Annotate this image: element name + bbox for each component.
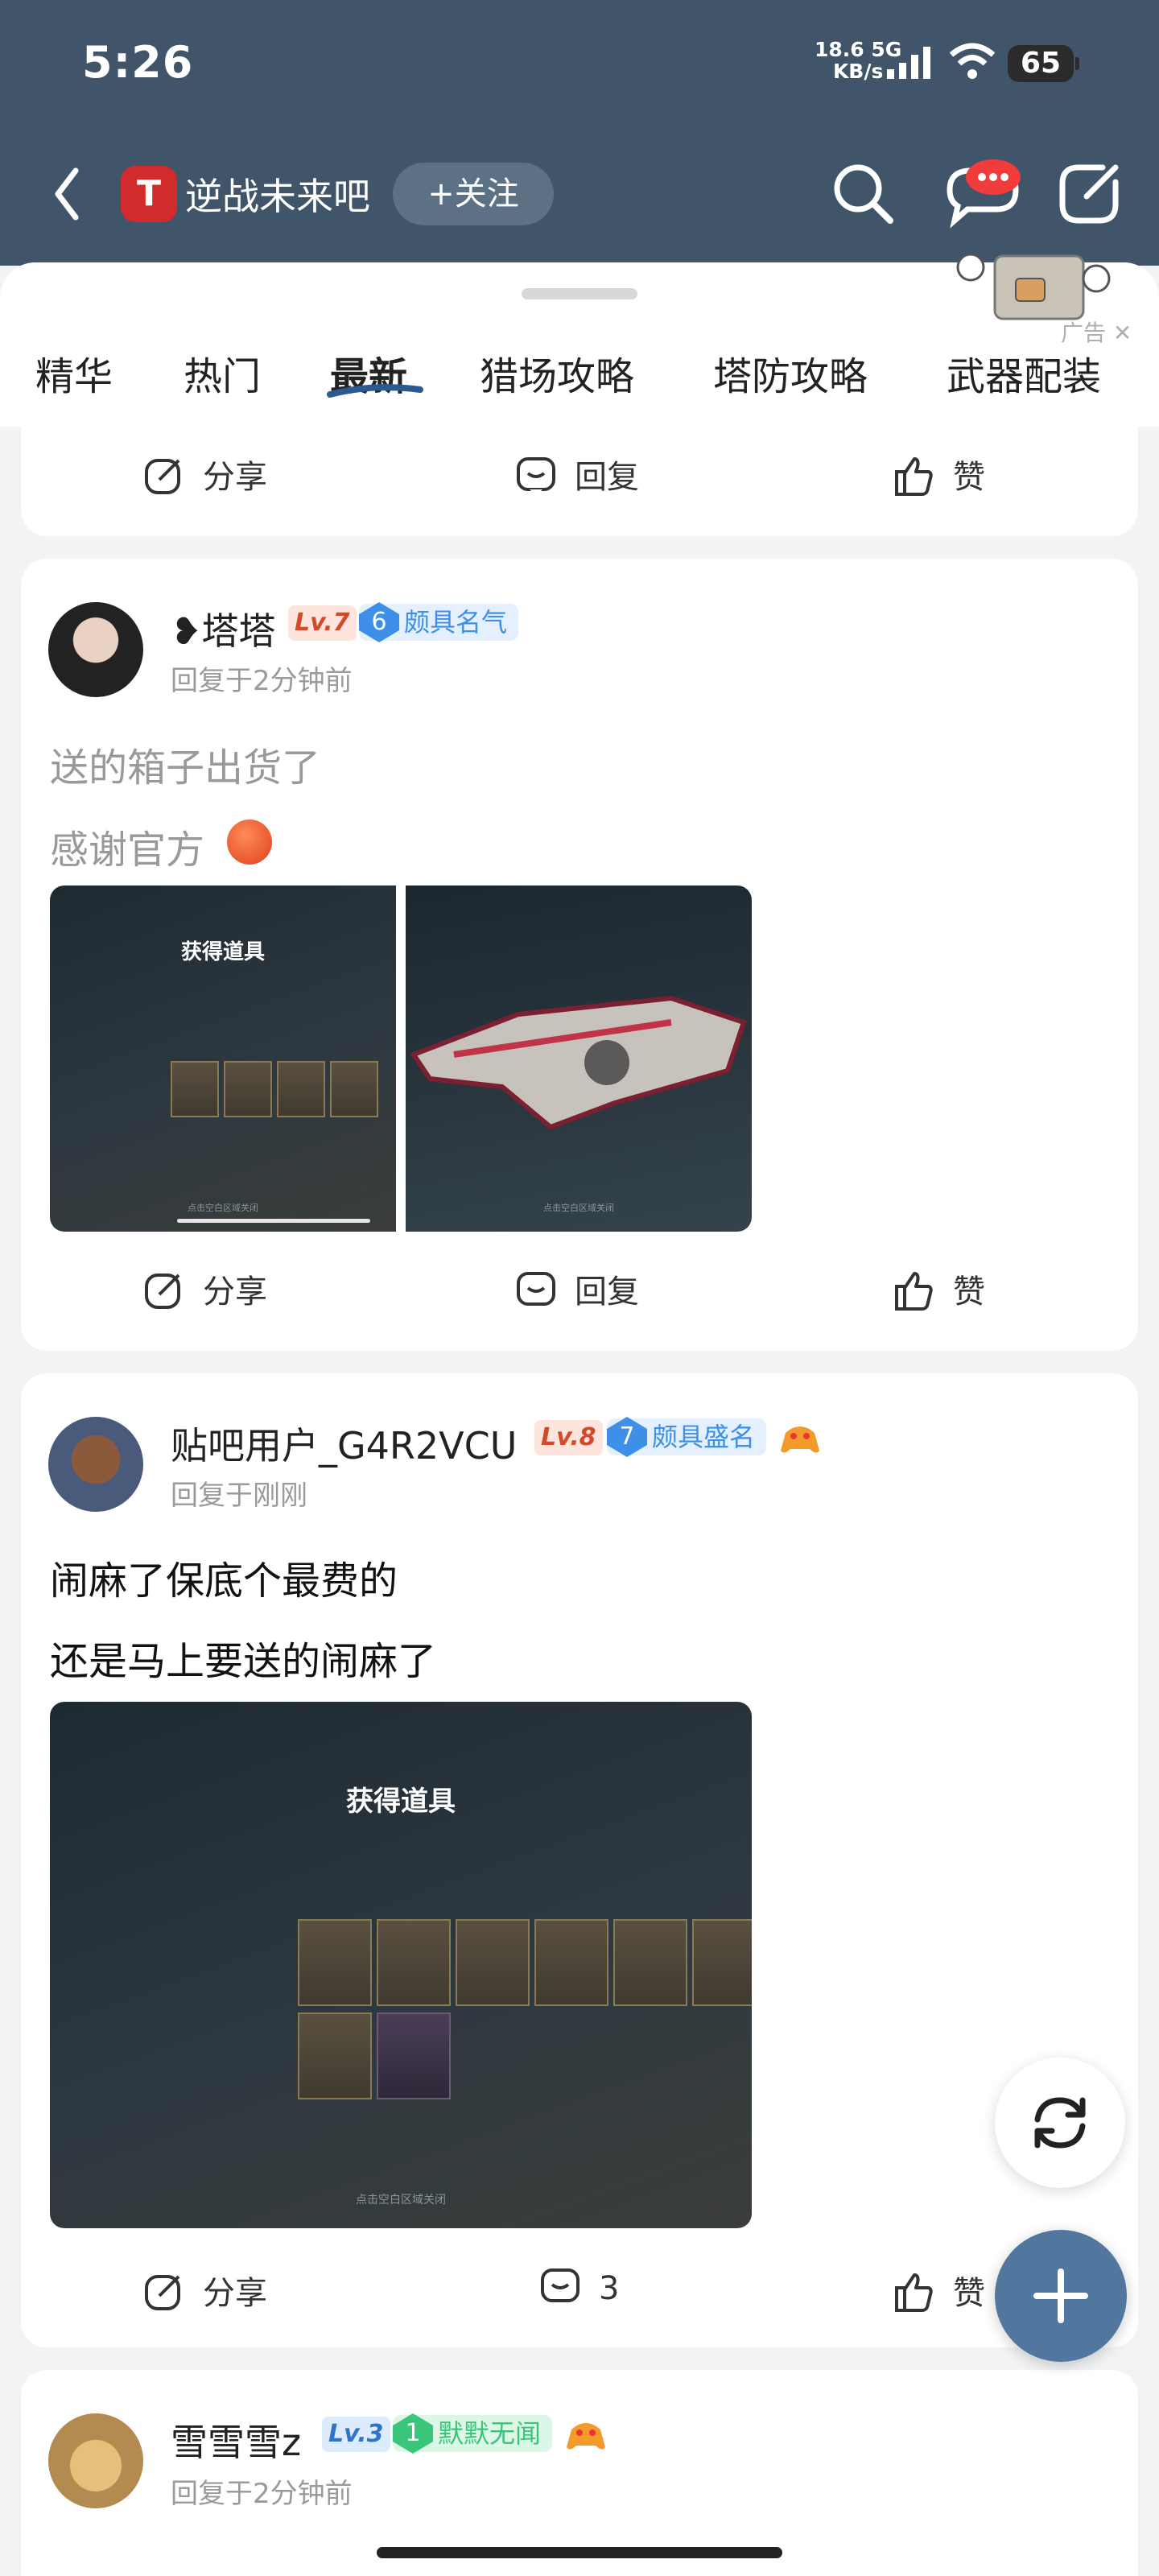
plus-icon	[1033, 2268, 1088, 2323]
share-button[interactable]: 分享	[143, 1265, 267, 1312]
battery-indicator: 65	[1008, 45, 1079, 82]
forum-logo: T	[121, 166, 177, 222]
reply-icon	[517, 457, 555, 496]
reply-icon	[517, 1272, 555, 1306]
forum-title[interactable]: 逆战未来吧	[185, 167, 370, 221]
drag-handle[interactable]	[522, 288, 637, 299]
like-icon	[895, 457, 933, 496]
reply-button[interactable]: 回复	[515, 1265, 639, 1312]
like-icon	[895, 1272, 933, 1311]
avatar[interactable]	[48, 2413, 143, 2508]
search-icon[interactable]	[831, 161, 897, 227]
like-button[interactable]: 赞	[893, 2267, 985, 2314]
level-badge: Lv.8	[534, 1420, 603, 1455]
home-indicator	[377, 2547, 782, 2558]
post-text-line: 还是马上要送的闹麻了	[50, 1639, 437, 1684]
username[interactable]: 雪雪雪z	[171, 2413, 301, 2467]
like-icon	[895, 2273, 933, 2312]
follow-button[interactable]: +关注	[393, 163, 554, 225]
tab-tower-defense-guide[interactable]: 塔防攻略	[713, 345, 868, 401]
active-tab-underline	[327, 384, 423, 398]
reply-button[interactable]: 3	[539, 2267, 619, 2309]
wifi-icon	[949, 43, 996, 79]
post-text-line: 送的箱子出货了	[50, 745, 321, 791]
username[interactable]: 贴吧用户_G4R2VCU	[171, 1417, 517, 1470]
tab-weapon-loadout[interactable]: 武器配装	[947, 345, 1101, 401]
reply-button[interactable]: 回复	[515, 451, 639, 497]
refresh-button[interactable]	[995, 2058, 1125, 2188]
tab-hunting-guide[interactable]: 猎场攻略	[480, 345, 634, 401]
reply-icon	[541, 2268, 580, 2302]
level-badge: Lv.3	[322, 2417, 390, 2452]
post-image[interactable]: 点击空白区域关闭	[406, 886, 752, 1232]
tab-essence[interactable]: 精华	[35, 345, 113, 401]
tab-hot[interactable]: 热门	[184, 345, 261, 401]
mascot-image	[955, 250, 1116, 322]
like-button[interactable]: 赞	[893, 451, 985, 497]
avatar[interactable]	[48, 602, 143, 697]
share-button[interactable]: 分享	[143, 2267, 267, 2314]
ad-label: 广告 ✕	[1061, 320, 1132, 346]
post-time: 回复于刚刚	[171, 1480, 307, 1512]
like-button[interactable]: 赞	[893, 1265, 985, 1312]
post-image[interactable]: 获得道具 点击空白区域关闭	[50, 886, 396, 1232]
messages-icon[interactable]	[940, 158, 1029, 230]
post-text-line: 闹麻了保底个最费的	[50, 1558, 398, 1604]
game-controller-icon	[779, 1418, 821, 1457]
create-post-button[interactable]	[995, 2230, 1127, 2362]
share-icon	[145, 1274, 180, 1309]
refresh-icon	[1034, 2097, 1086, 2149]
reply-count: 3	[599, 2270, 620, 2307]
status-time: 5:26	[82, 37, 194, 88]
share-icon	[145, 2275, 180, 2310]
username[interactable]: ❥塔塔	[171, 602, 276, 655]
avatar[interactable]	[48, 1417, 143, 1512]
reputation-badge: 1 默默无闻	[393, 2413, 553, 2454]
post-text-line: 感谢官方	[50, 828, 205, 873]
back-icon[interactable]	[52, 166, 84, 222]
game-controller-icon	[565, 2415, 607, 2454]
signal-icon	[887, 47, 930, 79]
post-time: 回复于2分钟前	[171, 2478, 353, 2510]
emoji-icon	[227, 819, 272, 865]
post-image[interactable]: 获得道具 点击空白区域关闭	[50, 1702, 752, 2228]
edit-icon[interactable]	[1054, 159, 1124, 229]
share-icon	[145, 459, 180, 494]
level-badge: Lv.7	[288, 605, 357, 641]
post-time: 回复于2分钟前	[171, 665, 353, 697]
share-button[interactable]: 分享	[143, 451, 267, 497]
reputation-badge: 7 颇具盛名	[607, 1417, 767, 1457]
reputation-badge: 6 颇具名气	[359, 602, 519, 642]
